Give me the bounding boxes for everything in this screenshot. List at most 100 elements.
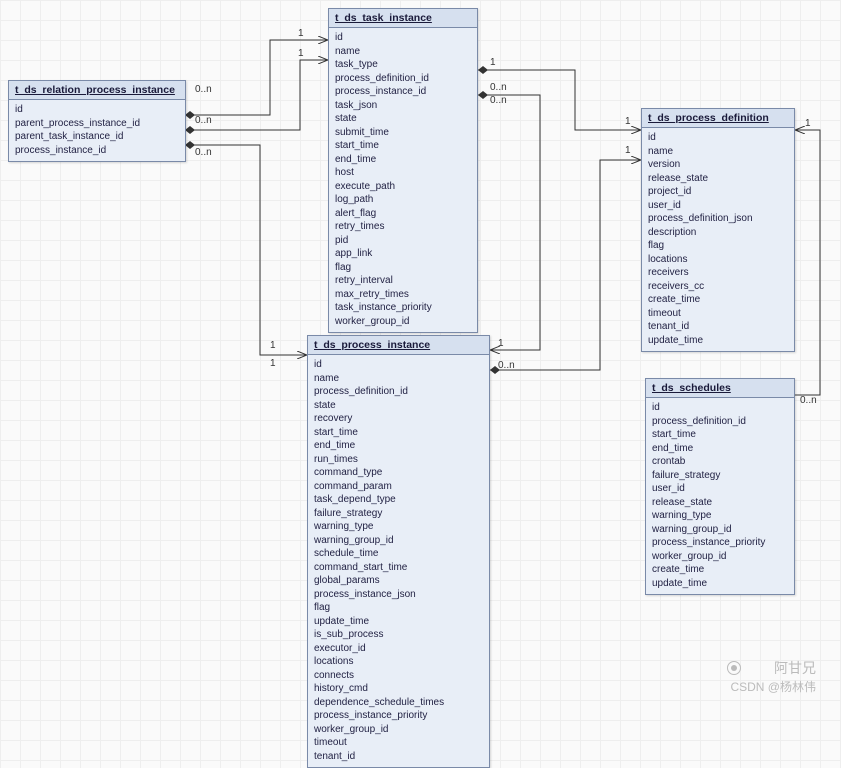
entity-field: receivers bbox=[648, 266, 788, 280]
entity-field: parent_process_instance_id bbox=[15, 117, 179, 131]
wechat-icon bbox=[727, 661, 741, 675]
entity-field: alert_flag bbox=[335, 207, 471, 221]
entity-field: end_time bbox=[335, 153, 471, 167]
entity-field: warning_type bbox=[652, 509, 788, 523]
entity-field: id bbox=[648, 131, 788, 145]
entity-field: tenant_id bbox=[314, 750, 483, 764]
entity-field: app_link bbox=[335, 247, 471, 261]
entity-field: tenant_id bbox=[648, 320, 788, 334]
entity-field: state bbox=[314, 399, 483, 413]
entity-field: user_id bbox=[648, 199, 788, 213]
entity-field: max_retry_times bbox=[335, 288, 471, 302]
entity-field: retry_interval bbox=[335, 274, 471, 288]
entity-field: pid bbox=[335, 234, 471, 248]
entity-field: version bbox=[648, 158, 788, 172]
card-label: 0..n bbox=[498, 360, 515, 371]
entity-field: name bbox=[335, 45, 471, 59]
entity-field: start_time bbox=[652, 428, 788, 442]
entity-field: recovery bbox=[314, 412, 483, 426]
entity-body: idnametask_typeprocess_definition_idproc… bbox=[329, 28, 477, 332]
entity-field: task_depend_type bbox=[314, 493, 483, 507]
entity-field: user_id bbox=[652, 482, 788, 496]
entity-field: submit_time bbox=[335, 126, 471, 140]
entity-field: run_times bbox=[314, 453, 483, 467]
entity-field: start_time bbox=[335, 139, 471, 153]
entity-field: connects bbox=[314, 669, 483, 683]
card-label: 1 bbox=[298, 48, 304, 59]
entity-field: warning_type bbox=[314, 520, 483, 534]
entity-field: warning_group_id bbox=[314, 534, 483, 548]
card-label: 1 bbox=[625, 116, 631, 127]
entity-field: locations bbox=[648, 253, 788, 267]
entity-field: name bbox=[648, 145, 788, 159]
entity-field: id bbox=[335, 31, 471, 45]
entity-field: process_instance_json bbox=[314, 588, 483, 602]
entity-field: id bbox=[314, 358, 483, 372]
entity-field: process_definition_id bbox=[652, 415, 788, 429]
entity-field: worker_group_id bbox=[314, 723, 483, 737]
entity-field: process_instance_priority bbox=[314, 709, 483, 723]
entity-field: failure_strategy bbox=[314, 507, 483, 521]
card-label: 0..n bbox=[490, 95, 507, 106]
entity-field: start_time bbox=[314, 426, 483, 440]
card-label: 1 bbox=[270, 340, 276, 351]
entity-field: process_definition_id bbox=[335, 72, 471, 86]
entity-schedules: t_ds_schedules idprocess_definition_idst… bbox=[645, 378, 795, 595]
entity-field: release_state bbox=[648, 172, 788, 186]
entity-field: task_instance_priority bbox=[335, 301, 471, 315]
card-label: 1 bbox=[498, 338, 504, 349]
card-label: 0..n bbox=[800, 395, 817, 406]
entity-title: t_ds_task_instance bbox=[329, 9, 477, 28]
entity-process-instance: t_ds_process_instance idnameprocess_defi… bbox=[307, 335, 490, 768]
entity-field: task_type bbox=[335, 58, 471, 72]
entity-field: process_instance_id bbox=[15, 144, 179, 158]
entity-field: update_time bbox=[652, 577, 788, 591]
card-label: 0..n bbox=[490, 82, 507, 93]
entity-body: idprocess_definition_idstart_timeend_tim… bbox=[646, 398, 794, 594]
entity-field: failure_strategy bbox=[652, 469, 788, 483]
entity-field: worker_group_id bbox=[335, 315, 471, 329]
entity-field: parent_task_instance_id bbox=[15, 130, 179, 144]
entity-field: create_time bbox=[648, 293, 788, 307]
entity-field: end_time bbox=[314, 439, 483, 453]
card-label: 1 bbox=[625, 145, 631, 156]
entity-field: process_instance_id bbox=[335, 85, 471, 99]
entity-field: log_path bbox=[335, 193, 471, 207]
card-label: 1 bbox=[270, 358, 276, 369]
entity-field: retry_times bbox=[335, 220, 471, 234]
entity-field: create_time bbox=[652, 563, 788, 577]
entity-relation-process-instance: t_ds_relation_process_instance idparent_… bbox=[8, 80, 186, 162]
entity-field: host bbox=[335, 166, 471, 180]
entity-field: command_param bbox=[314, 480, 483, 494]
entity-field: is_sub_process bbox=[314, 628, 483, 642]
entity-field: warning_group_id bbox=[652, 523, 788, 537]
card-label: 1 bbox=[490, 57, 496, 68]
entity-field: timeout bbox=[314, 736, 483, 750]
entity-field: update_time bbox=[314, 615, 483, 629]
entity-field: schedule_time bbox=[314, 547, 483, 561]
entity-field: id bbox=[652, 401, 788, 415]
card-label: 1 bbox=[805, 118, 811, 129]
entity-field: process_definition_id bbox=[314, 385, 483, 399]
entity-field: command_type bbox=[314, 466, 483, 480]
entity-field: global_params bbox=[314, 574, 483, 588]
entity-title: t_ds_schedules bbox=[646, 379, 794, 398]
card-label: 0..n bbox=[195, 84, 212, 95]
watermark-author: 阿甘兄 bbox=[774, 658, 816, 678]
entity-field: command_start_time bbox=[314, 561, 483, 575]
entity-field: project_id bbox=[648, 185, 788, 199]
entity-field: id bbox=[15, 103, 179, 117]
entity-field: update_time bbox=[648, 334, 788, 348]
entity-field: receivers_cc bbox=[648, 280, 788, 294]
watermark-csdn: CSDN @杨林伟 bbox=[730, 678, 816, 695]
card-label: 0..n bbox=[195, 115, 212, 126]
entity-field: task_json bbox=[335, 99, 471, 113]
entity-process-definition: t_ds_process_definition idnameversionrel… bbox=[641, 108, 795, 352]
entity-task-instance: t_ds_task_instance idnametask_typeproces… bbox=[328, 8, 478, 333]
entity-field: crontab bbox=[652, 455, 788, 469]
entity-body: idnameversionrelease_stateproject_iduser… bbox=[642, 128, 794, 351]
entity-field: worker_group_id bbox=[652, 550, 788, 564]
entity-field: locations bbox=[314, 655, 483, 669]
entity-field: process_instance_priority bbox=[652, 536, 788, 550]
entity-field: execute_path bbox=[335, 180, 471, 194]
